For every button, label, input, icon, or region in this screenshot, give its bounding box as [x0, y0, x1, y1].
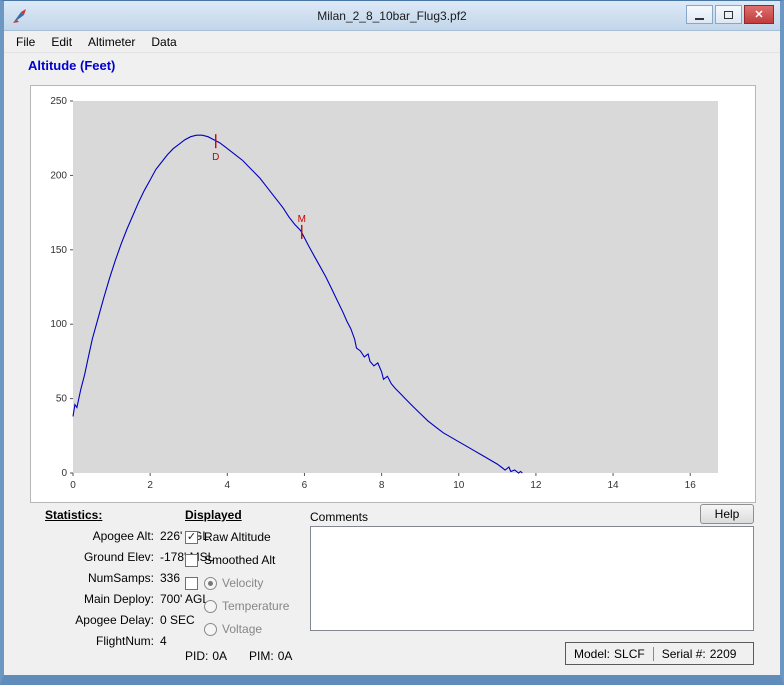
temperature-radio [204, 600, 217, 613]
serial-value: 2209 [710, 647, 737, 661]
svg-text:8: 8 [379, 480, 385, 491]
app-rocket-icon[interactable] [12, 8, 28, 24]
svg-text:200: 200 [50, 170, 67, 181]
menu-data[interactable]: Data [143, 32, 184, 52]
svg-text:0: 0 [70, 480, 76, 491]
voltage-row: Voltage [204, 621, 305, 637]
pid-value: 0A [212, 649, 227, 663]
svg-text:2: 2 [147, 480, 153, 491]
radio-dot-icon [208, 581, 213, 586]
svg-text:14: 14 [608, 480, 620, 491]
model-value: SLCF [614, 647, 645, 661]
displayed-heading: Displayed [185, 508, 305, 522]
window-title: Milan_2_8_10bar_Flug3.pf2 [4, 9, 780, 23]
voltage-label: Voltage [222, 622, 262, 636]
svg-text:0: 0 [61, 468, 67, 479]
serial-label: Serial #: [662, 647, 706, 661]
svg-text:100: 100 [50, 319, 67, 330]
comments-textarea[interactable] [310, 526, 754, 631]
raw-altitude-checkbox[interactable]: ✓ [185, 531, 198, 544]
altitude-chart-panel: 0 50 100 150 200 250 0 2 4 6 8 10 12 14 16 D M [30, 85, 756, 503]
raw-altitude-row: ✓ Raw Altitude [185, 529, 305, 545]
menu-altimeter[interactable]: Altimeter [80, 32, 143, 52]
svg-text:150: 150 [50, 245, 67, 256]
menu-edit[interactable]: Edit [43, 32, 80, 52]
svg-text:16: 16 [685, 480, 697, 491]
stat-label-numsamps: NumSamps: [32, 571, 154, 585]
stat-label-flightnum: FlightNum: [32, 634, 154, 648]
stat-label-apogee-delay: Apogee Delay: [32, 613, 154, 627]
pid-pim-row: PID: 0A PIM: 0A [185, 649, 305, 663]
statistics-block: Statistics: Apogee Alt: 226' AGL Ground … [32, 508, 182, 648]
svg-text:50: 50 [56, 394, 68, 405]
model-label: Model: [574, 647, 610, 661]
svg-text:D: D [212, 152, 219, 163]
menu-file[interactable]: File [8, 32, 43, 52]
stat-label-ground-elev: Ground Elev: [32, 550, 154, 564]
svg-text:M: M [298, 214, 306, 225]
stat-label-apogee-alt: Apogee Alt: [32, 529, 154, 543]
pim-label: PIM: [249, 649, 274, 663]
voltage-radio [204, 623, 217, 636]
check-icon: ✓ [187, 532, 196, 543]
velocity-radio [204, 577, 217, 590]
svg-text:250: 250 [50, 96, 67, 107]
smoothed-alt-checkbox[interactable] [185, 554, 198, 567]
menu-bar: File Edit Altimeter Data [4, 31, 780, 53]
stat-label-main-deploy: Main Deploy: [32, 592, 154, 606]
svg-text:12: 12 [530, 480, 542, 491]
svg-text:4: 4 [225, 480, 231, 491]
statistics-heading: Statistics: [45, 508, 182, 522]
help-button[interactable]: Help [700, 504, 754, 524]
velocity-checkbox[interactable] [185, 577, 198, 590]
velocity-label: Velocity [222, 576, 263, 590]
temperature-label: Temperature [222, 599, 289, 613]
raw-altitude-label: Raw Altitude [204, 530, 271, 544]
maximize-icon [724, 11, 733, 19]
svg-text:10: 10 [453, 480, 465, 491]
chart-title: Altitude (Feet) [28, 58, 115, 73]
smoothed-alt-label: Smoothed Alt [204, 553, 275, 567]
displayed-block: Displayed ✓ Raw Altitude Smoothed Alt Ve… [185, 508, 305, 663]
model-segment: Model: SLCF [566, 647, 653, 661]
svg-text:6: 6 [302, 480, 308, 491]
close-icon: ✕ [754, 8, 763, 21]
close-button[interactable]: ✕ [744, 5, 774, 24]
serial-segment: Serial #: 2209 [653, 647, 745, 661]
smoothed-alt-row: Smoothed Alt [185, 552, 305, 568]
app-window: Milan_2_8_10bar_Flug3.pf2 ✕ File Edit Al… [0, 0, 784, 685]
temperature-row: Temperature [204, 598, 305, 614]
comments-heading: Comments [310, 510, 368, 524]
altitude-chart: 0 50 100 150 200 250 0 2 4 6 8 10 12 14 16 D M [33, 89, 753, 499]
velocity-row: Velocity [185, 575, 305, 591]
title-bar: Milan_2_8_10bar_Flug3.pf2 ✕ [4, 1, 780, 31]
model-serial-box: Model: SLCF Serial #: 2209 [565, 642, 754, 665]
pid-label: PID: [185, 649, 208, 663]
maximize-button[interactable] [715, 5, 742, 24]
minimize-button[interactable] [686, 5, 713, 24]
minimize-icon [695, 18, 704, 20]
pim-value: 0A [278, 649, 293, 663]
client-area: Altitude (Feet) 0 50 100 150 200 250 0 2 4 6 8 10 12… [4, 53, 780, 675]
